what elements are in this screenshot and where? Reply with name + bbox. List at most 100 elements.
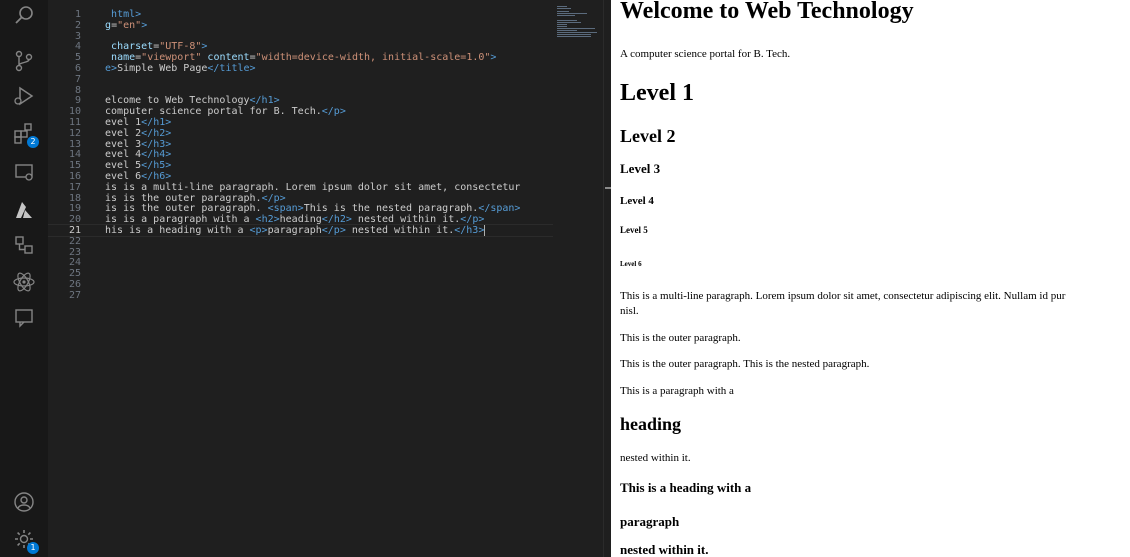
code-line[interactable]: 21 his is a heading with a <p>paragraph<… (48, 224, 553, 237)
code-text: charset="UTF-8"> (111, 41, 208, 53)
line-number: 14 (68, 149, 81, 161)
extensions-badge: 2 (27, 136, 39, 148)
line-number: 19 (68, 203, 81, 215)
code-line[interactable]: 23 (48, 247, 553, 258)
preview-heading: Level 4 (620, 195, 654, 207)
settings-badge: 1 (27, 542, 39, 554)
code-line[interactable]: 17 is is a multi-line paragraph. Lorem i… (48, 182, 553, 193)
preview-paragraph: This is the outer paragraph. (620, 332, 741, 344)
git-graph-icon[interactable] (12, 233, 36, 257)
line-number: 6 (74, 63, 81, 74)
code-text: name="viewport" content="width=device-wi… (111, 52, 497, 64)
preview-heading: heading (620, 414, 682, 434)
preview-heading: paragraph (620, 514, 680, 529)
code-text: his is a heading with a <p>paragraph</p>… (99, 225, 485, 236)
azure-icon[interactable] (12, 198, 36, 222)
code-text: e>Simple Web Page</title> (105, 63, 256, 74)
code-text: evel 3</h3> (99, 138, 172, 150)
comments-icon[interactable] (12, 306, 36, 330)
line-number: 18 (68, 192, 81, 204)
preview-paragraph: A computer science portal for B. Tech. (620, 48, 791, 60)
preview-heading: This is a heading with a (620, 480, 752, 495)
code-editor[interactable]: 1 html> 2 g="en"> 3 4 charset="UTF-8"> 5 nam… (48, 0, 553, 557)
line-number: 17 (68, 181, 81, 193)
text-cursor (484, 225, 486, 236)
code-text: is is the outer paragraph. <span>This is… (99, 203, 521, 215)
line-number: 20 (68, 214, 81, 226)
search-icon[interactable] (12, 4, 36, 28)
code-line[interactable]: 10 computer science portal for B. Tech.<… (48, 106, 553, 117)
preview-heading: Level 6 (620, 260, 642, 268)
source-control-icon[interactable] (12, 49, 36, 73)
code-text: evel 2</h2> (99, 127, 172, 139)
code-line[interactable]: 18 is is the outer paragraph.</p> (48, 193, 553, 204)
code-text: evel 4</h4> (99, 149, 172, 161)
preview-heading: Level 5 (620, 225, 648, 235)
code-line[interactable]: 16 evel 6</h6> (48, 171, 553, 182)
code-line[interactable]: 24 (48, 257, 553, 268)
line-number: 27 (68, 289, 81, 301)
code-line[interactable]: 9 elcome to Web Technology</h1> (48, 95, 553, 106)
preview-paragraph: nisl. (620, 305, 639, 317)
code-line[interactable]: 19 is is the outer paragraph. <span>This… (48, 203, 553, 214)
preview-paragraph: This is the outer paragraph. This is the… (620, 358, 870, 370)
code-line[interactable]: 4 charset="UTF-8"> (48, 41, 553, 52)
code-line[interactable]: 13 evel 3</h3> (48, 139, 553, 150)
extensions-icon[interactable]: 2 (12, 121, 39, 148)
run-debug-icon[interactable] (12, 84, 36, 108)
line-number: 23 (68, 246, 81, 258)
line-number: 16 (68, 171, 81, 182)
line-number: 25 (68, 268, 81, 280)
code-line[interactable]: 27 (48, 290, 553, 301)
preview-heading: Welcome to Web Technology (620, 0, 914, 24)
account-icon[interactable] (12, 490, 36, 514)
line-number: 26 (68, 279, 81, 290)
code-line[interactable]: 3 (48, 31, 553, 42)
preview-heading: Level 3 (620, 161, 661, 176)
preview-paragraph: This is a multi-line paragraph. Lorem ip… (620, 290, 1066, 302)
code-line[interactable]: 12 evel 2</h2> (48, 128, 553, 139)
code-line[interactable]: 7 (48, 74, 553, 85)
code-line[interactable]: 1 html> (48, 9, 553, 20)
code-line[interactable]: 20 is is a paragraph with a <h2>heading<… (48, 214, 553, 225)
react-atom-icon[interactable] (12, 270, 36, 294)
code-text: is is a multi-line paragraph. Lorem ipsu… (99, 181, 521, 193)
line-number: 24 (68, 257, 81, 269)
minimap[interactable] (553, 0, 603, 557)
code-text: evel 1</h1> (99, 117, 172, 128)
code-text: elcome to Web Technology</h1> (99, 95, 280, 107)
line-number: 21 (68, 225, 81, 236)
remote-explorer-icon[interactable] (12, 160, 36, 184)
line-number: 3 (74, 30, 81, 42)
code-text: computer science portal for B. Tech.</p> (99, 106, 346, 118)
line-number: 13 (68, 138, 81, 150)
line-number: 11 (68, 117, 81, 128)
code-line[interactable]: 22 (48, 236, 553, 247)
line-number: 15 (68, 160, 81, 172)
code-line[interactable]: 5 name="viewport" content="width=device-… (48, 52, 553, 63)
code-line[interactable]: 26 (48, 279, 553, 290)
manage-gear-icon[interactable]: 1 (12, 527, 39, 554)
preview-paragraph: nested within it. (620, 452, 691, 464)
code-line[interactable]: 6 e>Simple Web Page</title> (48, 63, 553, 74)
code-line[interactable]: 2 g="en"> (48, 20, 553, 31)
code-line[interactable]: 14 evel 4</h4> (48, 149, 553, 160)
line-number: 12 (68, 127, 81, 139)
line-number: 22 (68, 235, 81, 247)
code-text: evel 5</h5> (99, 160, 172, 172)
code-text: html> (111, 9, 142, 20)
preview-heading: Level 1 (620, 80, 694, 106)
code-line[interactable]: 11 evel 1</h1> (48, 117, 553, 128)
line-number: 10 (68, 106, 81, 118)
code-line[interactable]: 15 evel 5</h5> (48, 160, 553, 171)
code-text: evel 6</h6> (99, 171, 172, 182)
code-line[interactable]: 25 (48, 268, 553, 279)
code-text: is is the outer paragraph.</p> (99, 192, 286, 204)
line-number: 1 (74, 9, 81, 20)
code-text: g="en"> (105, 19, 148, 31)
line-number: 7 (74, 73, 81, 85)
code-line[interactable]: 8 (48, 85, 553, 96)
line-number: 5 (74, 52, 81, 64)
code-text: is is a paragraph with a <h2>heading</h2… (99, 214, 485, 226)
editor-scrollbar[interactable] (603, 0, 612, 557)
